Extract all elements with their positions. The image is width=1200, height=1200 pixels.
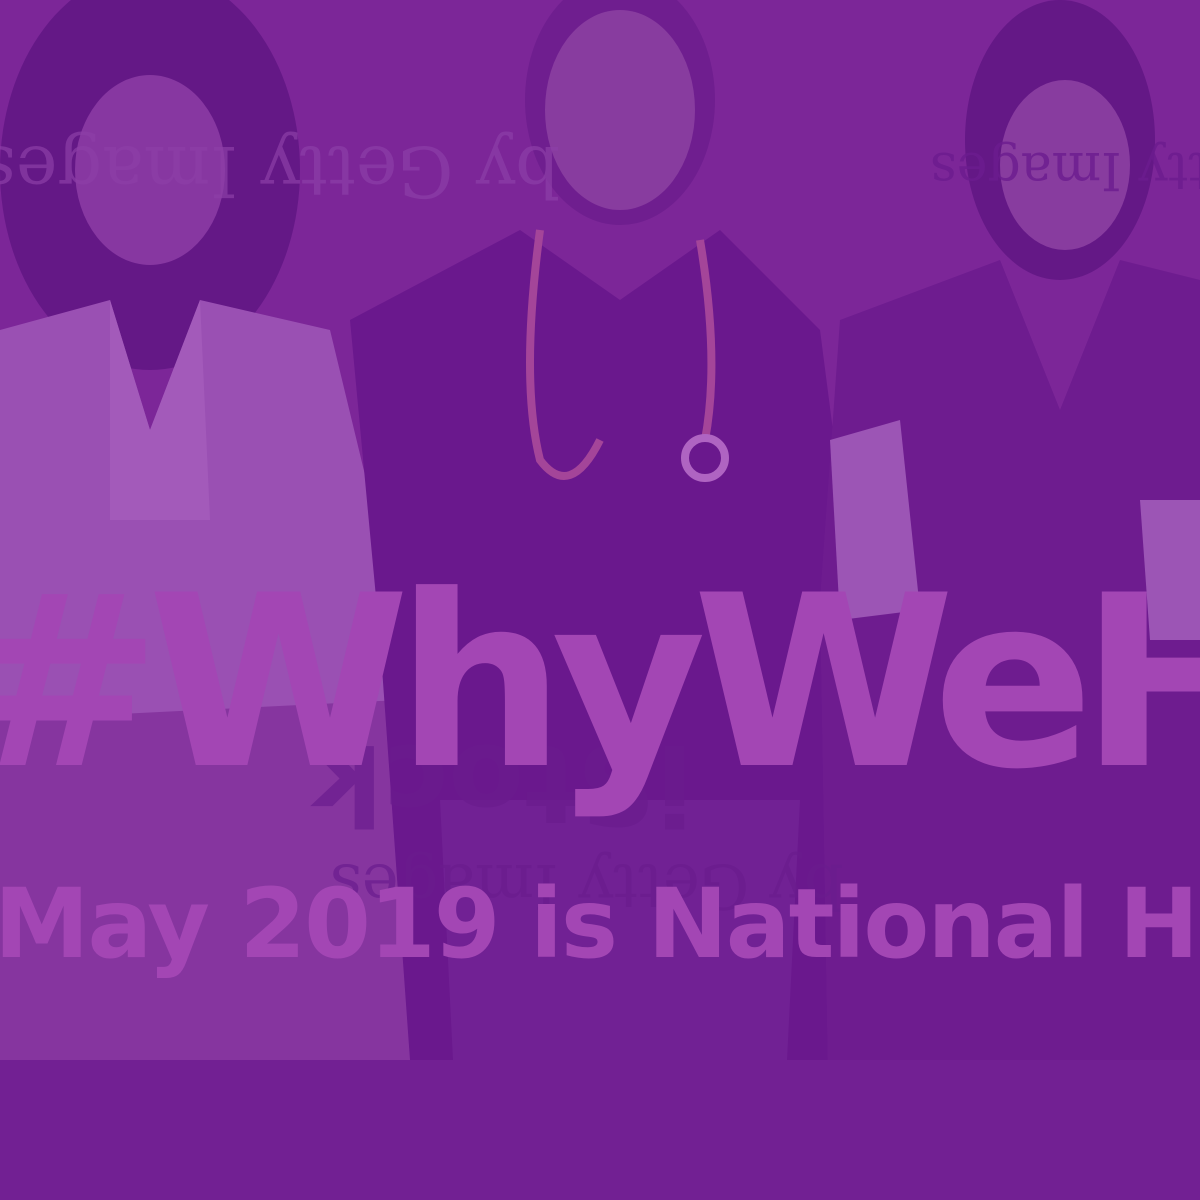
hashtag-text: #WhyWeHospital: [0, 565, 1200, 822]
watermark-top-right: by Getty Images: [930, 140, 1200, 200]
hashtag-headline: #WhyWeHospital: [0, 565, 1200, 855]
hospital-week-graphic: by Getty Images by Getty Images iStock b…: [0, 0, 1200, 1200]
watermark-tagline: by Getty Images: [930, 140, 1200, 200]
event-subline: May 2019 is National Hospital Week: [0, 876, 1200, 986]
watermark-tagline: by Getty Images: [0, 130, 560, 212]
watermark-top-left: by Getty Images: [0, 130, 560, 212]
event-text: May 2019 is National Hospital Week: [0, 876, 1200, 980]
